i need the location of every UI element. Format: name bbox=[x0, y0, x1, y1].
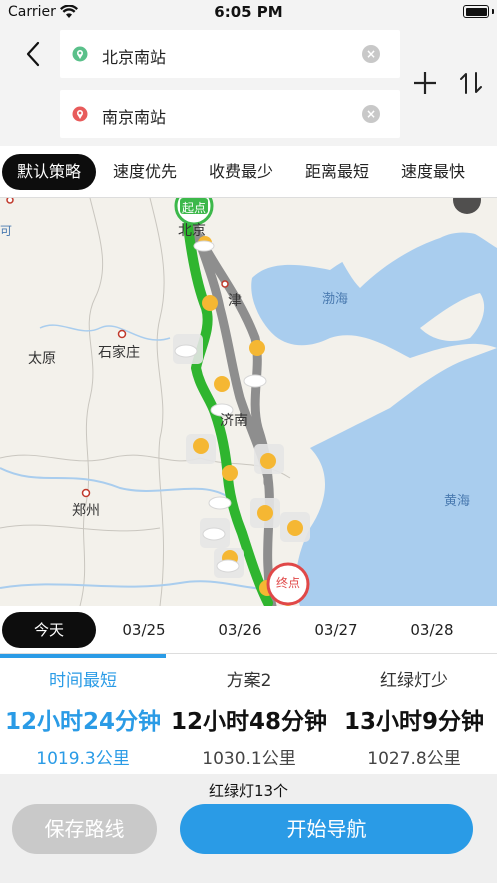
swap-route-button[interactable] bbox=[458, 70, 486, 98]
plan-name: 方案2 bbox=[226, 671, 272, 691]
date-tab-0325[interactable]: 03/25 bbox=[96, 612, 192, 648]
city-shijiazhuang: 石家庄 bbox=[98, 345, 140, 361]
start-location-text: 北京南站 bbox=[102, 48, 167, 67]
plan-distance: 1019.3公里 bbox=[36, 749, 130, 769]
start-navigation-button[interactable]: 开始导航 bbox=[180, 804, 473, 854]
date-tab-0328[interactable]: 03/28 bbox=[384, 612, 480, 648]
status-time: 6:05 PM bbox=[214, 3, 283, 21]
battery-tip bbox=[492, 9, 494, 14]
end-pin-icon bbox=[72, 106, 88, 122]
plan-distance: 1030.1公里 bbox=[202, 749, 296, 769]
end-location-field[interactable]: 南京南站 × bbox=[60, 90, 400, 138]
swap-icon bbox=[460, 72, 482, 94]
clear-end-icon[interactable]: × bbox=[362, 105, 380, 123]
date-tab-today[interactable]: 今天 bbox=[2, 612, 96, 648]
start-location-field[interactable]: 北京南站 × bbox=[60, 30, 400, 78]
strategy-tabs: 默认策略 速度优先 收费最少 距离最短 速度最快 bbox=[0, 146, 497, 198]
strategy-tab-default[interactable]: 默认策略 bbox=[2, 154, 96, 190]
plan-option-2[interactable]: 方案2 12小时48分钟 1030.1公里 bbox=[166, 654, 332, 774]
city-tianjin: 津 bbox=[228, 293, 242, 309]
add-waypoint-button[interactable] bbox=[410, 68, 440, 98]
end-marker-label: 终点 bbox=[276, 576, 301, 590]
city-taiyuan: 太原 bbox=[28, 351, 56, 367]
back-button[interactable] bbox=[18, 34, 48, 74]
status-bar: Carrier 6:05 PM bbox=[0, 0, 497, 26]
city-edge: 可 bbox=[0, 224, 13, 238]
sea-bohai: 渤海 bbox=[322, 292, 349, 307]
route-header: 北京南站 × 南京南站 × bbox=[0, 26, 497, 146]
plan-name: 红绿灯少 bbox=[380, 671, 448, 691]
strategy-tab-speed[interactable]: 速度优先 bbox=[98, 154, 192, 190]
bottom-actions: 红绿灯13个 保存路线 开始导航 bbox=[0, 774, 497, 883]
traffic-light-count: 红绿灯13个 bbox=[208, 782, 289, 800]
battery-icon bbox=[463, 5, 489, 18]
clear-start-icon[interactable]: × bbox=[362, 45, 380, 63]
plus-icon bbox=[414, 72, 436, 94]
strategy-tab-distance[interactable]: 距离最短 bbox=[290, 154, 384, 190]
plan-distance: 1027.8公里 bbox=[367, 749, 461, 769]
plan-option-1[interactable]: 时间最短 12小时24分钟 1019.3公里 bbox=[0, 654, 166, 774]
plan-name: 时间最短 bbox=[49, 671, 117, 691]
city-beijing: 北京 bbox=[178, 223, 206, 239]
plan-duration: 12小时24分钟 bbox=[4, 709, 161, 735]
plan-option-3[interactable]: 红绿灯少 13小时9分钟 1027.8公里 bbox=[331, 654, 497, 774]
map-canvas bbox=[0, 198, 497, 606]
date-tab-0327[interactable]: 03/27 bbox=[288, 612, 384, 648]
save-route-button[interactable]: 保存路线 bbox=[12, 804, 157, 854]
start-marker-label: 起点 bbox=[182, 201, 207, 215]
route-map[interactable]: 起点 终点 北京 津 太原 石家庄 济南 郑州 可 渤海 黄海 bbox=[0, 198, 497, 606]
city-jinan: 济南 bbox=[220, 413, 248, 429]
end-location-text: 南京南站 bbox=[102, 108, 167, 127]
plan-duration: 12小时48分钟 bbox=[170, 709, 327, 735]
start-pin-icon bbox=[72, 46, 88, 62]
route-plans: 时间最短 12小时24分钟 1019.3公里 方案2 12小时48分钟 1030… bbox=[0, 654, 497, 774]
date-tab-0326[interactable]: 03/26 bbox=[192, 612, 288, 648]
city-zhengzhou: 郑州 bbox=[72, 503, 100, 519]
strategy-tab-toll[interactable]: 收费最少 bbox=[194, 154, 288, 190]
date-tabs: 今天 03/25 03/26 03/27 03/28 bbox=[0, 606, 497, 654]
chevron-left-icon bbox=[26, 41, 40, 67]
plan-duration: 13小时9分钟 bbox=[343, 709, 484, 735]
sea-huanghai: 黄海 bbox=[444, 494, 471, 509]
strategy-tab-fastest[interactable]: 速度最快 bbox=[386, 154, 480, 190]
